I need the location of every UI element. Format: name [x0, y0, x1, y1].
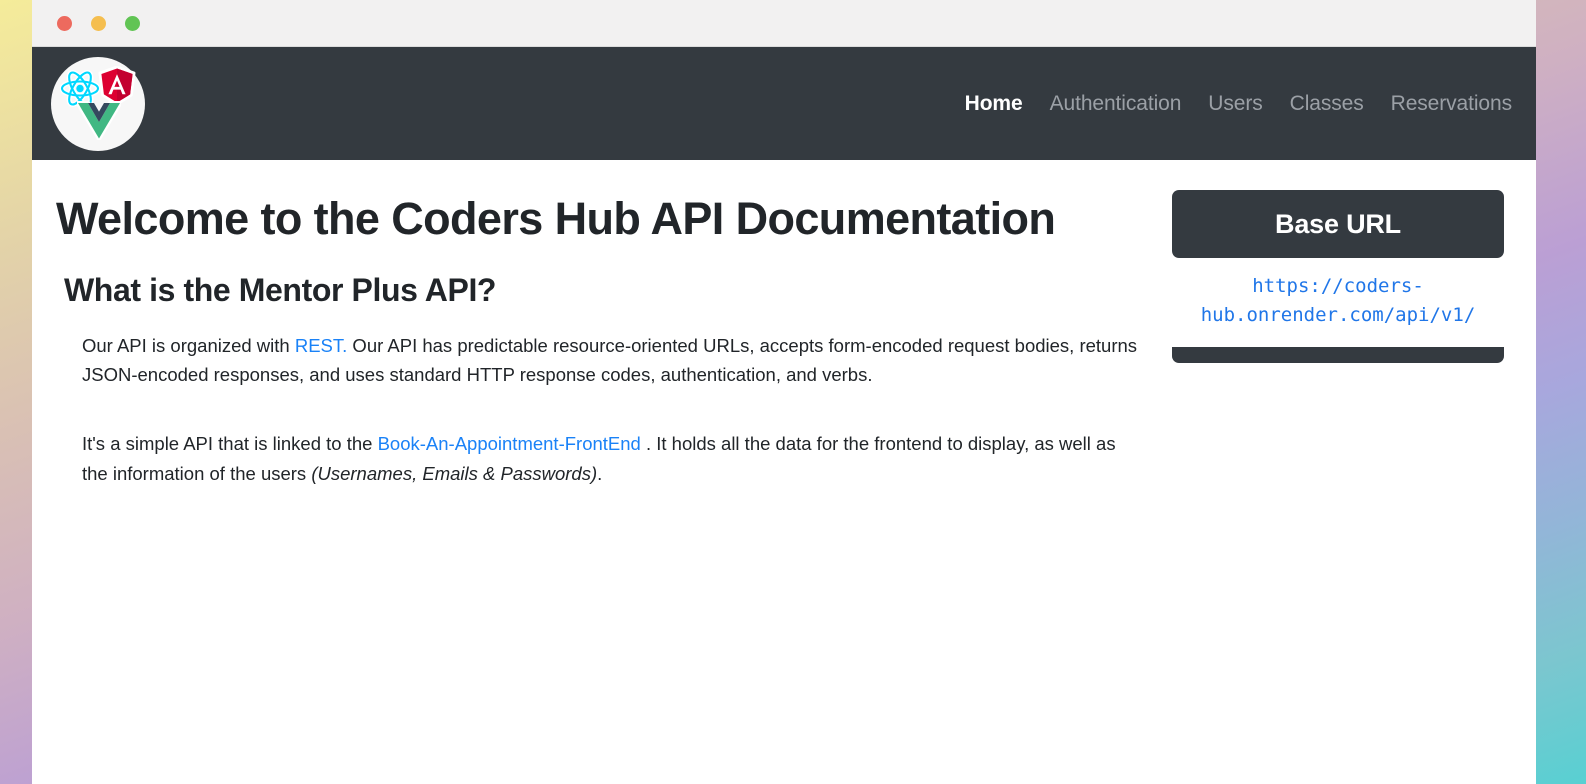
- nav-link-home[interactable]: Home: [965, 92, 1023, 116]
- nav-link-reservations[interactable]: Reservations: [1391, 92, 1512, 116]
- base-url-card: Base URL https://coders-hub.onrender.com…: [1172, 190, 1504, 784]
- nav-link-classes[interactable]: Classes: [1290, 92, 1364, 116]
- main-column: Welcome to the Coders Hub API Documentat…: [32, 160, 1172, 784]
- maximize-button[interactable]: [125, 15, 140, 31]
- angular-icon: [98, 65, 136, 105]
- nav-links: Home Authentication Users Classes Reserv…: [965, 92, 1512, 116]
- coders-hub-logo[interactable]: [51, 56, 145, 151]
- minimize-button[interactable]: [91, 15, 106, 31]
- credentials-note: (Usernames, Emails & Passwords): [311, 463, 598, 485]
- paragraph2-text-before: It's a simple API that is linked to the: [82, 433, 378, 455]
- base-url-body: https://coders-hub.onrender.com/api/v1/: [1172, 258, 1504, 341]
- frontend-paragraph: It's a simple API that is linked to the …: [82, 429, 1142, 489]
- browser-window: Home Authentication Users Classes Reserv…: [32, 0, 1536, 784]
- base-url-header: Base URL: [1172, 190, 1504, 258]
- section-title: What is the Mentor Plus API?: [64, 271, 497, 308]
- base-url-value[interactable]: https://coders-hub.onrender.com/api/v1/: [1182, 272, 1494, 331]
- main-navbar: Home Authentication Users Classes Reserv…: [32, 47, 1536, 160]
- nav-link-users[interactable]: Users: [1208, 92, 1262, 116]
- page-content: Welcome to the Coders Hub API Documentat…: [32, 160, 1536, 784]
- paragraph1-text-before: Our API is organized with: [82, 334, 295, 356]
- page-title: Welcome to the Coders Hub API Documentat…: [56, 193, 1056, 244]
- paragraph2-tail: .: [597, 463, 603, 485]
- base-url-footer: [1172, 346, 1504, 363]
- vue-icon: [77, 100, 121, 140]
- window-titlebar: [32, 0, 1536, 47]
- nav-link-authentication[interactable]: Authentication: [1050, 92, 1182, 116]
- frontend-repo-link[interactable]: Book-An-Appointment-FrontEnd: [378, 433, 641, 454]
- close-button[interactable]: [57, 15, 72, 31]
- traffic-lights: [57, 15, 140, 31]
- intro-paragraph: Our API is organized with REST. Our API …: [82, 331, 1142, 391]
- side-column: Base URL https://coders-hub.onrender.com…: [1172, 160, 1536, 784]
- rest-link[interactable]: REST.: [295, 335, 347, 356]
